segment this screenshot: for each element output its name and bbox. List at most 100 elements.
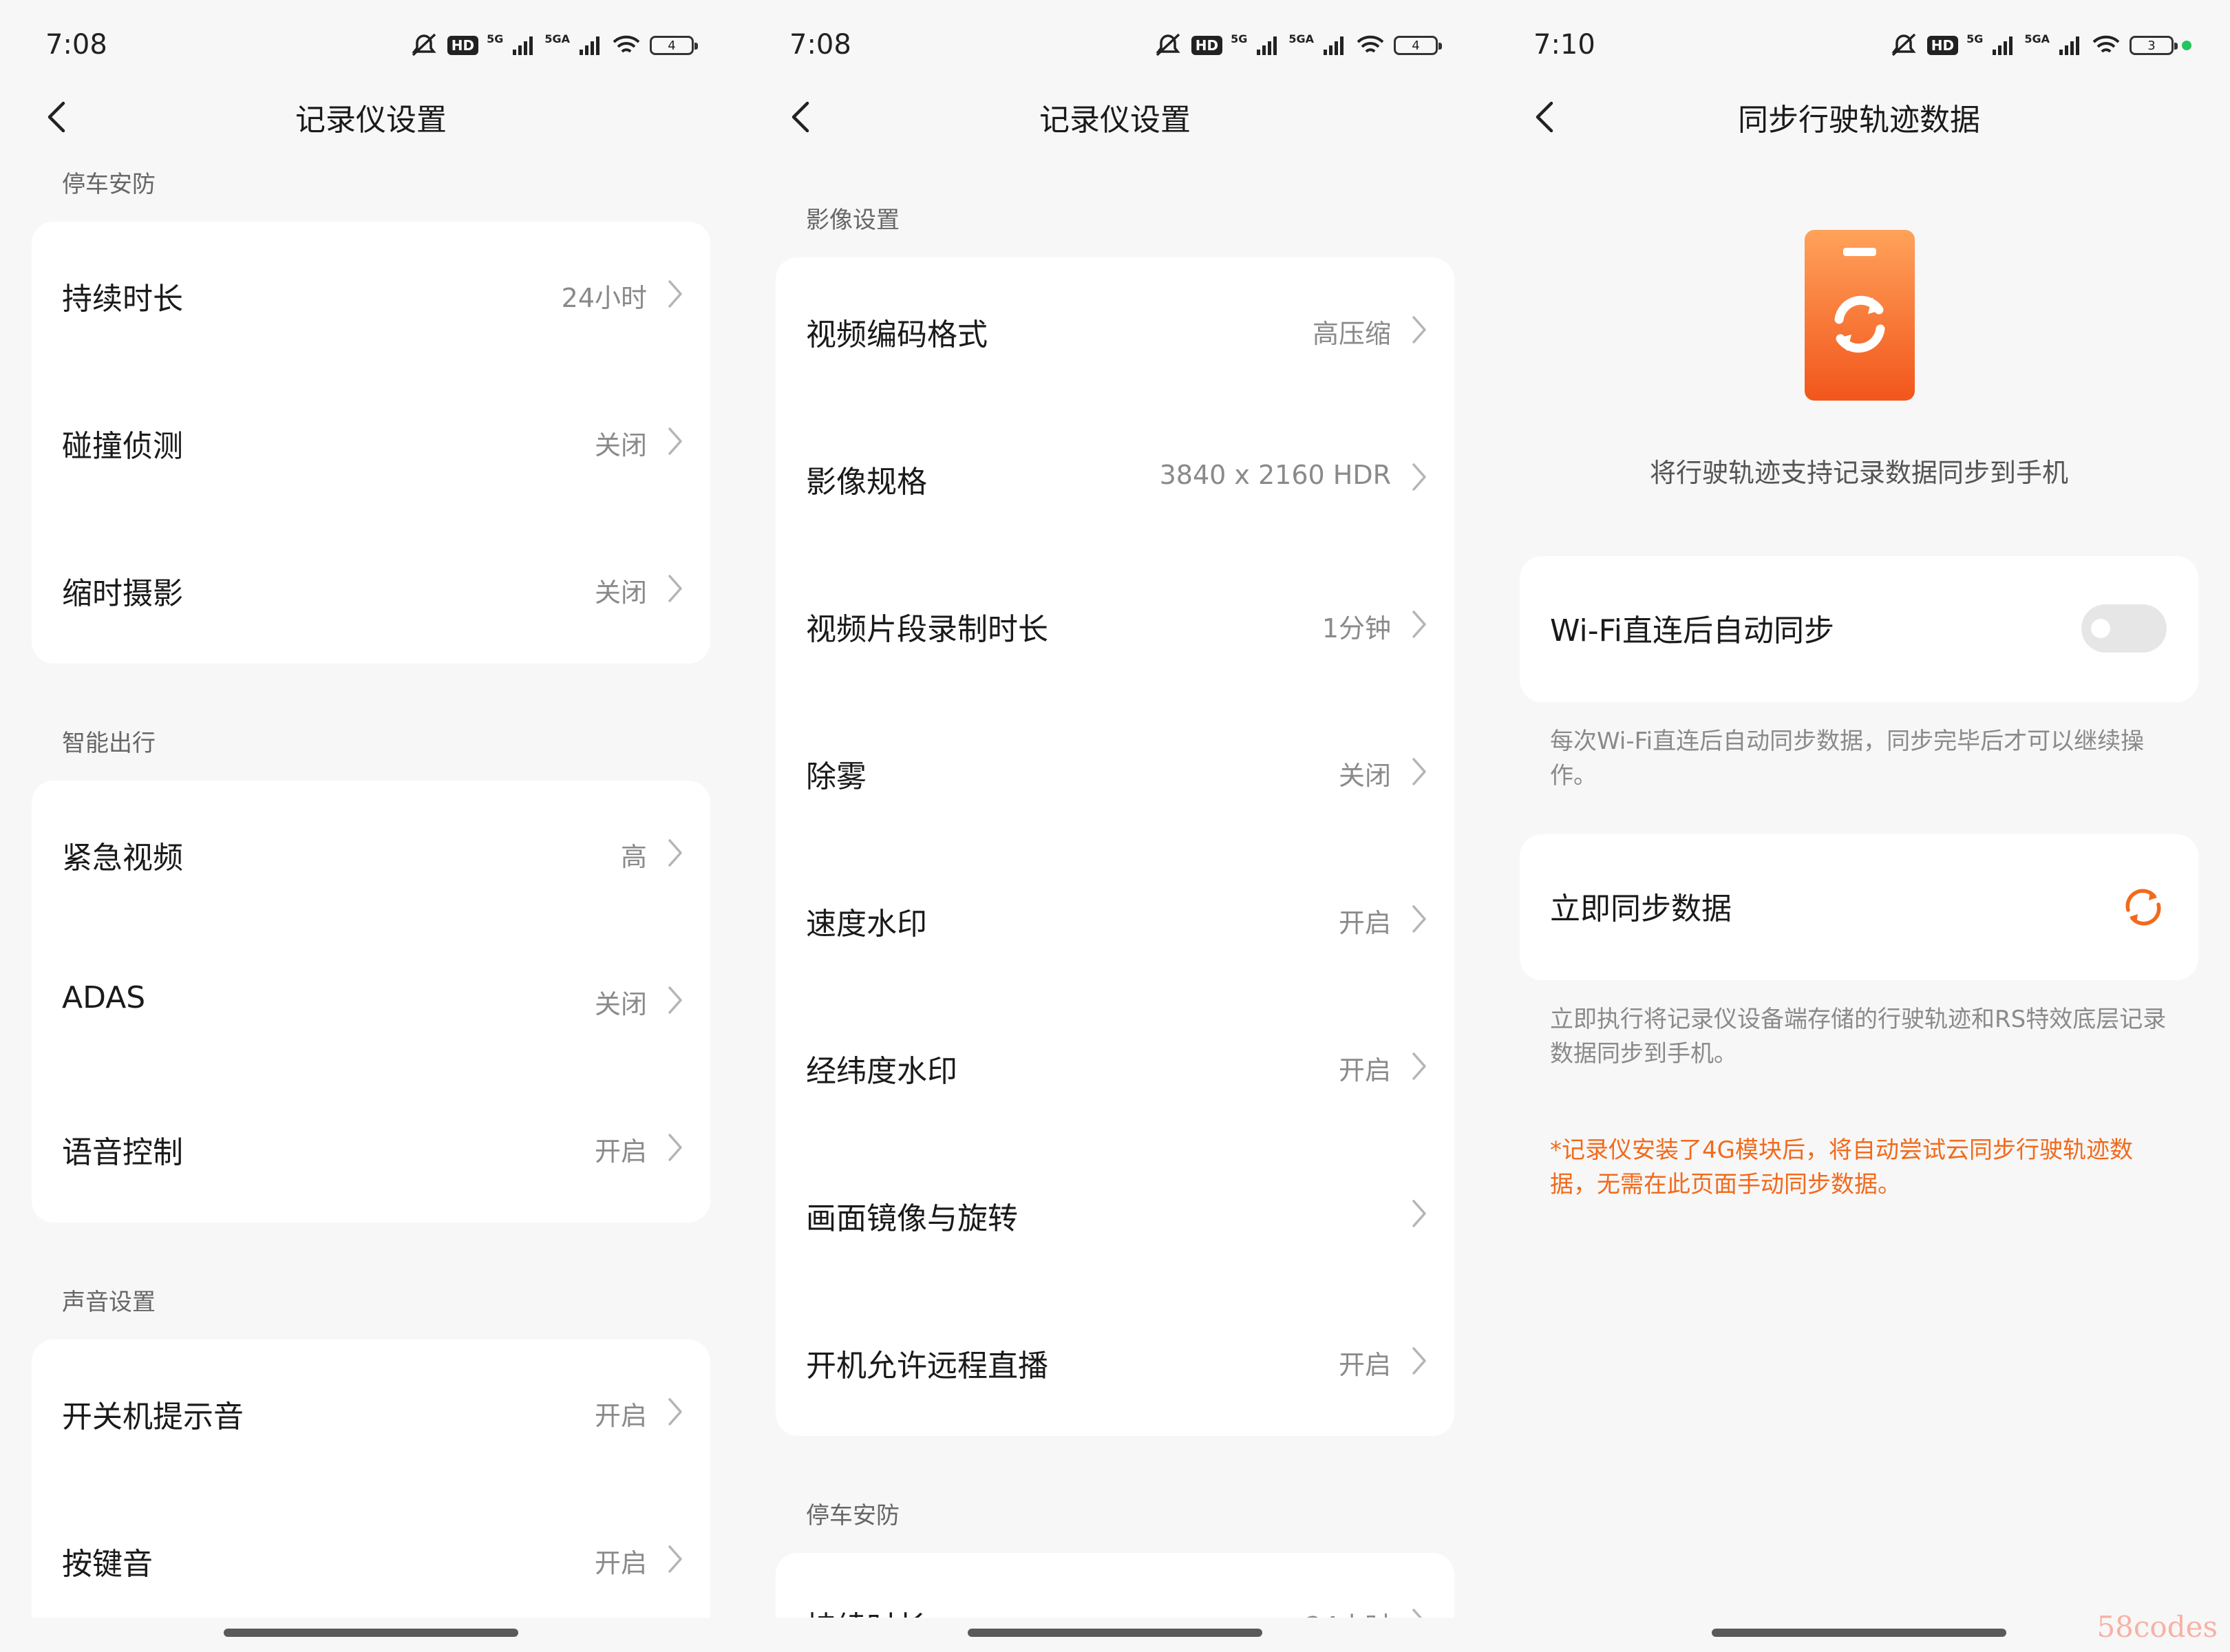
wifi-icon <box>613 35 640 53</box>
hd-voice-icon: HD <box>447 36 479 55</box>
page-title: 记录仪设置 <box>1039 103 1191 138</box>
auto-sync-toggle[interactable] <box>2081 604 2167 653</box>
nav-header: 记录仪设置 <box>744 89 1486 145</box>
sync-description: 将行驶轨迹支持记录数据同步到手机 <box>1649 458 2068 488</box>
settings-row-mirror-rotate[interactable]: 画面镜像与旋转 <box>776 1141 1454 1289</box>
network-5g-label: 5G <box>1231 32 1248 45</box>
signal-icon <box>580 36 599 55</box>
wifi-icon <box>1357 35 1384 53</box>
wifi-icon <box>2092 35 2120 53</box>
row-label: 除雾 <box>806 759 867 794</box>
row-label: 碰撞侦测 <box>62 429 183 464</box>
settings-card-parking: 持续时长 24小时 碰撞侦测 关闭 缩时摄影 关闭 <box>32 222 710 664</box>
sync-now-card[interactable]: 立即同步数据 <box>1520 834 2198 980</box>
settings-card-sound: 开关机提示音 开启 按键音 开启 <box>32 1339 710 1652</box>
settings-row-gps-watermark[interactable]: 经纬度水印 开启 <box>776 994 1454 1141</box>
settings-row-speed-watermark[interactable]: 速度水印 开启 <box>776 847 1454 994</box>
nav-header: 记录仪设置 <box>0 89 742 145</box>
settings-row-clip-length[interactable]: 视频片段录制时长 1分钟 <box>776 552 1454 699</box>
row-label: 速度水印 <box>806 907 927 942</box>
row-value: 1分钟 <box>1321 613 1391 644</box>
privacy-indicator-dot <box>2182 41 2191 50</box>
settings-row-key-sound[interactable]: 按键音 开启 <box>32 1487 710 1634</box>
row-label: 开关机提示音 <box>62 1399 244 1434</box>
settings-row-collision[interactable]: 碰撞侦测 关闭 <box>32 369 710 516</box>
row-value: 开启 <box>1338 908 1391 938</box>
row-value: 开启 <box>1338 1055 1391 1086</box>
chevron-right-icon <box>668 1545 682 1573</box>
settings-row-timelapse[interactable]: 缩时摄影 关闭 <box>32 516 710 664</box>
row-value: 高 <box>620 842 647 872</box>
settings-row-resolution[interactable]: 影像规格 3840 x 2160 HDR <box>776 405 1454 552</box>
4g-module-warning: *记录仪安装了4G模块后，将自动尝试云同步行驶轨迹数据，无需在此页面手动同步数据… <box>1550 1136 2133 1198</box>
page-title: 记录仪设置 <box>295 103 447 138</box>
chevron-right-icon <box>668 1398 682 1426</box>
home-indicator[interactable] <box>1712 1629 2006 1637</box>
network-5g-label: 5G <box>487 32 504 45</box>
auto-sync-card: Wi-Fi直连后自动同步 <box>1520 556 2198 702</box>
phone-sync-icon <box>1805 230 1915 401</box>
chevron-right-icon <box>668 575 682 602</box>
row-value: 开启 <box>594 1548 647 1578</box>
settings-card-smart-travel: 紧急视频 高 ADAS 关闭 语音控制 开启 <box>32 781 710 1222</box>
row-value: 关闭 <box>1338 761 1391 791</box>
sync-now-note: 立即执行将记录仪设备端存储的行驶轨迹和RS特效底层记录数据同步到手机。 <box>1550 1006 2167 1068</box>
network-5g-label: 5G <box>1966 32 1984 45</box>
row-value: 关闭 <box>594 989 647 1019</box>
row-label: 语音控制 <box>62 1135 183 1170</box>
settings-screen-2: 7:08 HD 5G 5GA 4 记录仪设置 影像设置 视频编码格式 高压缩 影… <box>744 0 1486 1652</box>
settings-row-remote-live[interactable]: 开机允许远程直播 开启 <box>776 1289 1454 1436</box>
status-time: 7:08 <box>789 29 851 61</box>
row-value: 24小时 <box>561 283 647 313</box>
home-indicator[interactable] <box>224 1629 518 1637</box>
mute-icon <box>412 33 436 56</box>
battery-icon: 4 <box>650 36 698 55</box>
settings-row-adas[interactable]: ADAS 关闭 <box>32 928 710 1075</box>
battery-icon: 3 <box>2130 36 2178 55</box>
page-title: 同步行驶轨迹数据 <box>1738 103 1980 138</box>
row-value: 开启 <box>594 1136 647 1167</box>
status-bar: 7:08 HD 5G 5GA 4 <box>744 22 1486 72</box>
status-time: 7:10 <box>1533 29 1595 61</box>
status-bar: 7:08 HD 5G 5GA 4 <box>0 22 742 72</box>
sync-now-label: 立即同步数据 <box>1550 891 1732 926</box>
chevron-right-icon <box>1412 1347 1426 1375</box>
section-label-sound: 声音设置 <box>62 1289 156 1316</box>
mute-icon <box>1156 33 1180 56</box>
home-indicator[interactable] <box>968 1629 1262 1637</box>
settings-card-video: 视频编码格式 高压缩 影像规格 3840 x 2160 HDR 视频片段录制时长… <box>776 257 1454 1436</box>
settings-row-voice-control[interactable]: 语音控制 开启 <box>32 1075 710 1222</box>
signal-icon <box>1257 36 1277 55</box>
row-label: 影像规格 <box>806 465 927 500</box>
nav-header: 同步行驶轨迹数据 <box>1488 89 2230 145</box>
row-label: 开机允许远程直播 <box>806 1348 1048 1384</box>
row-label: 紧急视频 <box>62 840 183 876</box>
row-value: 关闭 <box>594 430 647 460</box>
battery-icon: 4 <box>1394 36 1442 55</box>
settings-row-duration[interactable]: 持续时长 24小时 <box>32 222 710 369</box>
chevron-right-icon <box>1412 463 1426 491</box>
watermark: 58codes <box>2096 1610 2218 1644</box>
row-value: 关闭 <box>594 578 647 608</box>
chevron-right-icon <box>1412 1052 1426 1080</box>
row-label: 按键音 <box>62 1547 153 1582</box>
settings-row-defog[interactable]: 除雾 关闭 <box>776 699 1454 847</box>
sync-refresh-icon[interactable] <box>2118 882 2168 932</box>
settings-row-emergency-video[interactable]: 紧急视频 高 <box>32 781 710 928</box>
chevron-right-icon <box>1412 1200 1426 1227</box>
settings-row-power-sound[interactable]: 开关机提示音 开启 <box>32 1339 710 1487</box>
row-label: 缩时摄影 <box>62 576 183 611</box>
network-5ga-label: 5GA <box>1288 32 1314 45</box>
row-label: 画面镜像与旋转 <box>806 1201 1018 1236</box>
signal-icon <box>1324 36 1344 55</box>
section-label-smart-travel: 智能出行 <box>62 730 156 757</box>
chevron-right-icon <box>668 427 682 455</box>
settings-row-codec[interactable]: 视频编码格式 高压缩 <box>776 257 1454 405</box>
mute-icon <box>1891 33 1916 56</box>
row-value: 开启 <box>594 1401 647 1431</box>
row-value: 3840 x 2160 HDR <box>1159 460 1391 490</box>
row-label: 经纬度水印 <box>806 1054 957 1089</box>
row-value: 开启 <box>1338 1350 1391 1380</box>
chevron-right-icon <box>668 1134 682 1161</box>
row-label: ADAS <box>62 980 146 1015</box>
